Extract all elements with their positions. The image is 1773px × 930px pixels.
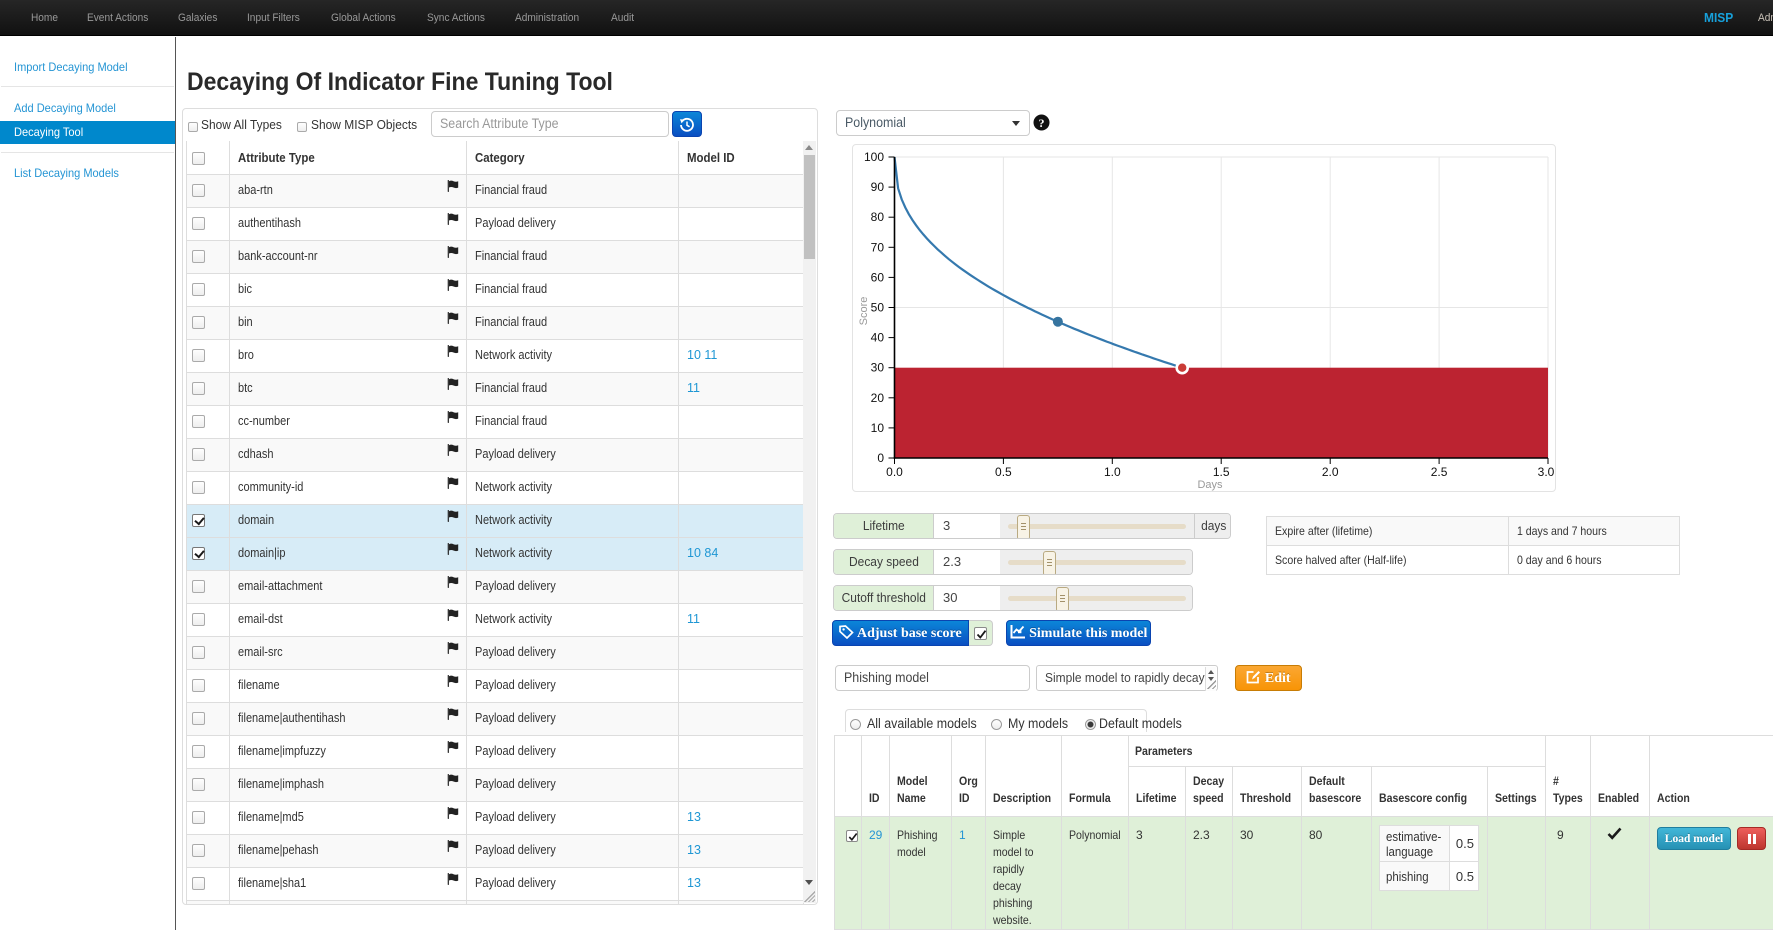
svg-text:2.5: 2.5 bbox=[1431, 465, 1448, 479]
svg-text:1.0: 1.0 bbox=[1104, 465, 1121, 479]
svg-text:60: 60 bbox=[871, 270, 885, 284]
svg-text:Score: Score bbox=[858, 297, 870, 326]
svg-text:10: 10 bbox=[871, 421, 885, 435]
svg-text:2.0: 2.0 bbox=[1322, 465, 1339, 479]
svg-text:3.0: 3.0 bbox=[1538, 465, 1555, 479]
svg-text:100: 100 bbox=[864, 150, 884, 164]
svg-text:?: ? bbox=[1039, 116, 1045, 130]
svg-text:0: 0 bbox=[877, 451, 884, 465]
svg-text:40: 40 bbox=[871, 331, 885, 345]
svg-text:20: 20 bbox=[871, 391, 885, 405]
svg-text:70: 70 bbox=[871, 240, 885, 254]
svg-text:0.5: 0.5 bbox=[995, 465, 1012, 479]
svg-text:90: 90 bbox=[871, 180, 885, 194]
svg-text:30: 30 bbox=[871, 361, 885, 375]
svg-text:0.0: 0.0 bbox=[886, 465, 903, 479]
svg-text:Days: Days bbox=[1197, 479, 1223, 491]
svg-text:50: 50 bbox=[871, 301, 885, 315]
svg-text:1.5: 1.5 bbox=[1213, 465, 1230, 479]
svg-text:80: 80 bbox=[871, 210, 885, 224]
